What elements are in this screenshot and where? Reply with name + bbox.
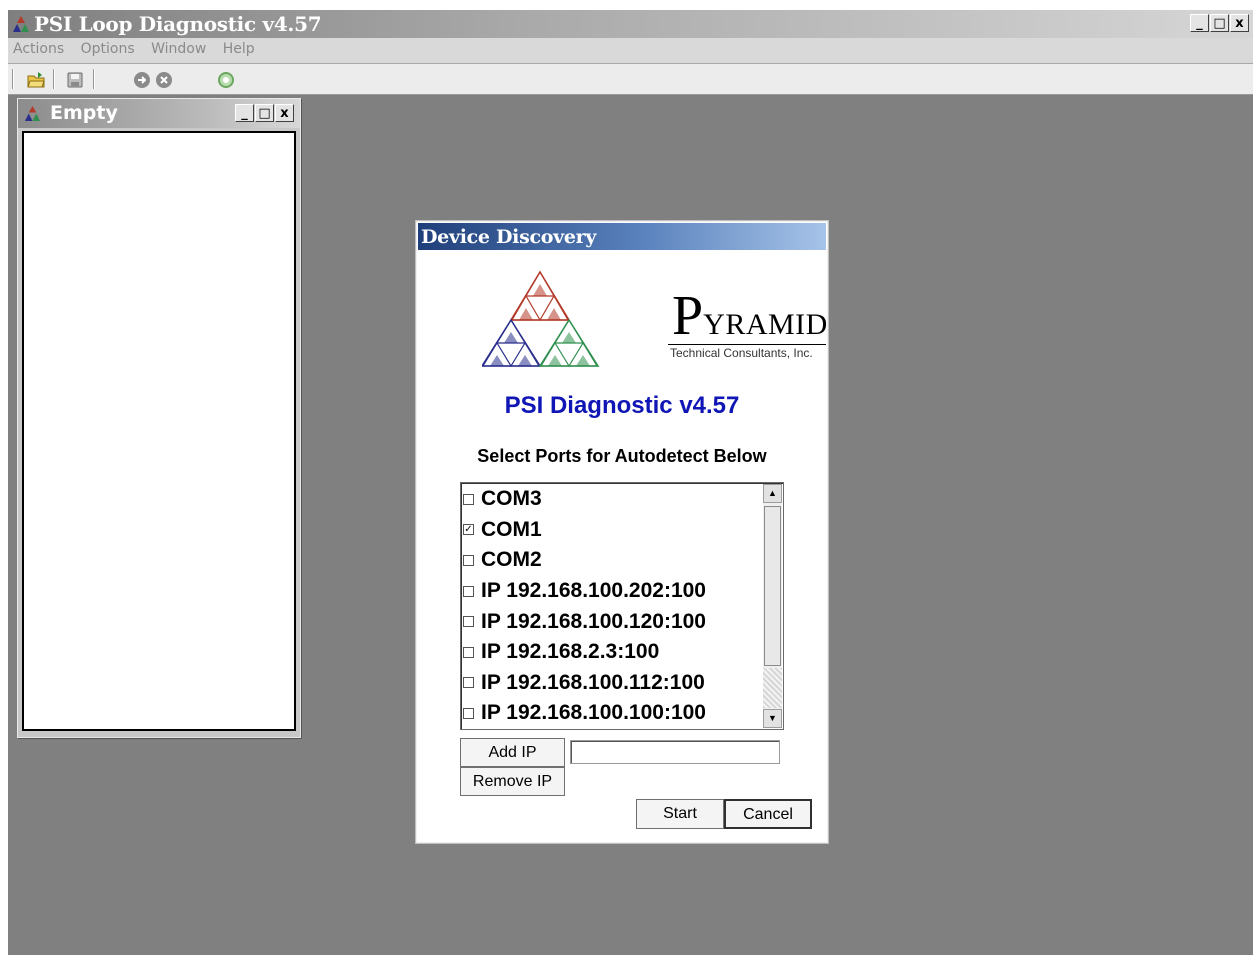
port-checkbox[interactable] — [463, 616, 474, 628]
child-titlebar[interactable]: Empty _ □ x — [18, 99, 300, 128]
child-window-content[interactable] — [22, 131, 296, 731]
list-item[interactable]: IP 192.168.100.202:100 — [463, 576, 761, 607]
child-minimize-button[interactable]: _ — [235, 104, 254, 122]
child-window-controls: _ □ x — [234, 104, 294, 122]
cancel-button[interactable]: Cancel — [724, 799, 812, 829]
list-item[interactable]: IP 192.168.100.100:100 — [463, 698, 761, 729]
menu-options[interactable]: Options — [76, 38, 142, 57]
child-maximize-button[interactable]: □ — [255, 104, 274, 122]
scrollbar-track[interactable] — [763, 668, 782, 708]
open-folder-icon[interactable] — [26, 70, 46, 90]
list-item[interactable]: ✓ COM1 — [463, 515, 761, 546]
sierpinski-pyramid-icon — [482, 270, 600, 367]
dialog-titlebar[interactable]: Device Discovery — [418, 223, 826, 250]
product-name: PSI Diagnostic v4.57 — [504, 392, 740, 419]
toolbar-separator — [93, 69, 95, 89]
app-window-controls: _ □ x — [1189, 14, 1249, 32]
maximize-button[interactable]: □ — [1210, 14, 1229, 32]
menu-window[interactable]: Window — [146, 38, 213, 57]
port-checkbox[interactable] — [463, 677, 474, 689]
child-close-button[interactable]: x — [275, 104, 294, 122]
toolbar-separator — [53, 69, 55, 89]
pyramid-logo-icon — [24, 105, 41, 122]
port-list: COM3 ✓ COM1 COM2 IP 192.168.100.202:100 … — [463, 484, 761, 729]
minimize-button[interactable]: _ — [1190, 14, 1209, 32]
app-titlebar[interactable]: PSI Loop Diagnostic v4.57 _ □ x — [8, 10, 1253, 39]
list-item[interactable]: IP 192.168.100.112:100 — [463, 668, 761, 699]
port-checkbox[interactable] — [463, 554, 474, 566]
port-checkbox[interactable]: ✓ — [463, 524, 474, 536]
start-button[interactable]: Start — [636, 799, 724, 829]
toolbar — [8, 64, 1253, 95]
close-button[interactable]: x — [1230, 14, 1249, 32]
port-checkbox[interactable] — [463, 707, 474, 719]
port-label: COM3 — [481, 487, 542, 511]
pyramid-logo-icon — [13, 16, 29, 32]
child-window-title: Empty — [50, 102, 118, 124]
menu-help[interactable]: Help — [218, 38, 262, 57]
add-ip-button[interactable]: Add IP — [460, 738, 565, 767]
app-title: PSI Loop Diagnostic v4.57 — [34, 12, 322, 36]
company-name: PYRAMID — [672, 285, 828, 347]
toolbar-separator — [12, 69, 14, 89]
port-label: IP 192.168.100.100:100 — [481, 701, 706, 725]
disconnect-icon[interactable] — [154, 70, 174, 90]
save-icon[interactable] — [65, 70, 85, 90]
pyramid-company-logo: PYRAMID Technical Consultants, Inc. — [482, 262, 827, 367]
list-item[interactable]: IP 192.168.100.120:100 — [463, 606, 761, 637]
scroll-down-arrow-icon[interactable]: ▼ — [763, 709, 782, 728]
remove-ip-button[interactable]: Remove IP — [460, 767, 565, 796]
ports-listbox[interactable]: COM3 ✓ COM1 COM2 IP 192.168.100.202:100 … — [460, 482, 784, 730]
port-label: IP 192.168.100.120:100 — [481, 609, 706, 633]
list-item[interactable]: COM3 — [463, 484, 761, 515]
scrollbar-thumb[interactable] — [764, 506, 781, 666]
port-checkbox[interactable] — [463, 493, 474, 505]
list-item[interactable]: IP 192.168.2.3:100 — [463, 637, 761, 668]
logo-underline — [668, 344, 826, 345]
port-checkbox[interactable] — [463, 585, 474, 597]
child-window-empty: Empty _ □ x — [17, 98, 301, 738]
instruction-text: Select Ports for Autodetect Below — [477, 446, 767, 466]
port-label: IP 192.168.100.112:100 — [481, 670, 705, 694]
dialog-body: PYRAMID Technical Consultants, Inc. PSI … — [420, 252, 827, 839]
company-tagline: Technical Consultants, Inc. — [670, 346, 813, 360]
port-label: IP 192.168.2.3:100 — [481, 640, 660, 664]
menu-actions[interactable]: Actions — [8, 38, 71, 57]
ports-scrollbar[interactable]: ▲ ▼ — [763, 484, 782, 728]
refresh-icon[interactable] — [216, 70, 236, 90]
list-item[interactable]: COM2 — [463, 545, 761, 576]
connect-icon[interactable] — [132, 70, 152, 90]
dialog-title: Device Discovery — [421, 226, 597, 248]
device-discovery-dialog: Device Discovery PYRAMID Technical Consu… — [415, 220, 829, 844]
menu-bar: Actions Options Window Help — [8, 38, 1253, 64]
port-label: COM2 — [481, 548, 542, 572]
scroll-up-arrow-icon[interactable]: ▲ — [763, 484, 782, 503]
port-label: IP 192.168.100.202:100 — [481, 579, 706, 603]
port-label: COM1 — [481, 517, 542, 541]
ip-address-input[interactable] — [570, 740, 780, 764]
port-checkbox[interactable] — [463, 646, 474, 658]
